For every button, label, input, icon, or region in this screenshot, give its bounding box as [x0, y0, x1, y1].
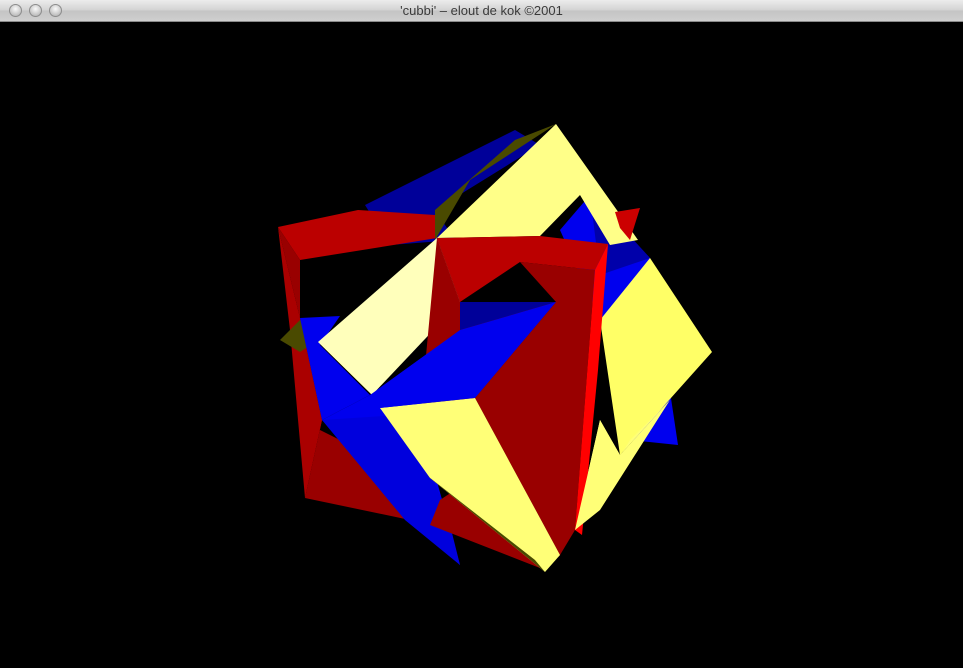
title-bar[interactable]: 'cubbi' – elout de kok ©2001: [0, 0, 963, 22]
app-window: 'cubbi' – elout de kok ©2001: [0, 0, 963, 668]
red-left-top-face: [278, 210, 437, 260]
window-title: 'cubbi' – elout de kok ©2001: [400, 3, 563, 18]
render-viewport[interactable]: [0, 22, 963, 668]
cube-compound-render: [278, 124, 712, 572]
